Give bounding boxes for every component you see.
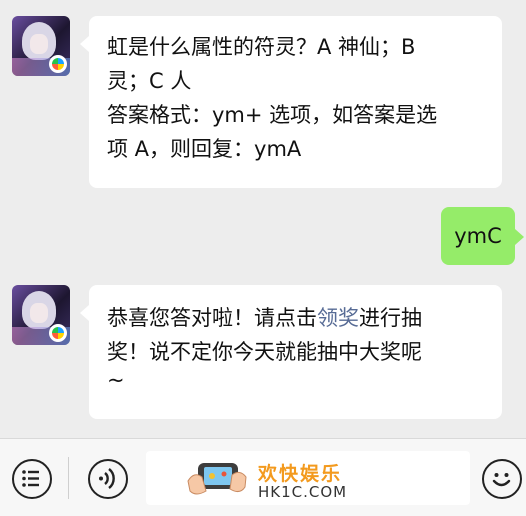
emoji-button[interactable] (482, 459, 522, 499)
response-line-1: 恭喜您答对啦！请点击领奖进行抽 (107, 306, 422, 330)
question-line-3: 答案格式：ym+ 选项，如答案是选 (107, 103, 438, 127)
brand-name: 欢快娱乐 (258, 463, 343, 485)
message-input-area[interactable]: 欢快娱乐 HK1C.COM (146, 451, 470, 505)
game-logo-icon (49, 324, 67, 342)
response-message-bubble[interactable]: 恭喜您答对啦！请点击领奖进行抽 奖！说不定你今天就能抽中大奖呢 ~ (80, 285, 502, 419)
question-line-4: 项 A，则回复：ymA (107, 137, 302, 161)
game-controller-icon (187, 463, 247, 495)
toolbar-divider (68, 457, 69, 499)
question-line-2: 灵；C 人 (107, 69, 192, 93)
response-line-3: ~ (107, 368, 125, 392)
smile-icon (492, 473, 511, 487)
response-line-2: 奖！说不定你今天就能抽中大奖呢 (107, 340, 422, 364)
chat-input-toolbar: 欢快娱乐 HK1C.COM (0, 438, 526, 516)
question-message-bubble[interactable]: 虹是什么属性的符灵？A 神仙；B 灵；C 人 答案格式：ym+ 选项，如答案是选… (80, 16, 502, 188)
sound-icon (99, 468, 115, 489)
menu-button[interactable] (12, 459, 52, 499)
question-line-1: 虹是什么属性的符灵？A 神仙；B (107, 35, 416, 59)
game-logo-icon (49, 55, 67, 73)
claim-prize-link[interactable]: 领奖 (317, 306, 359, 330)
brand-domain: HK1C.COM (258, 483, 348, 501)
list-icon (22, 470, 39, 487)
official-account-avatar[interactable] (12, 285, 70, 345)
user-reply-text: ymC (454, 224, 502, 248)
user-reply-bubble[interactable]: ymC (441, 207, 524, 265)
voice-button[interactable] (88, 459, 128, 499)
official-account-avatar[interactable] (12, 16, 70, 76)
